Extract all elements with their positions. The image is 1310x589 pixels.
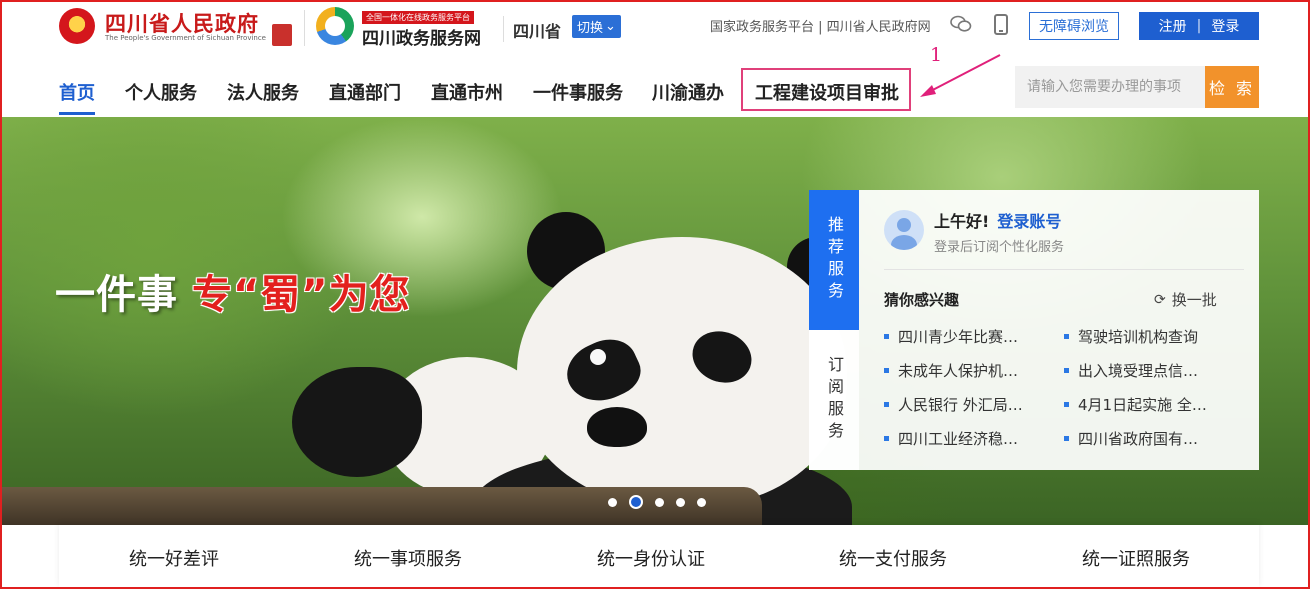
carousel-dot[interactable] bbox=[676, 497, 685, 507]
annotation-arrow-icon bbox=[920, 54, 1001, 97]
unified-payment[interactable]: 统一支付服务 bbox=[839, 545, 947, 571]
bullet bbox=[884, 402, 889, 407]
slogan-red: 专“蜀”为您 bbox=[192, 272, 411, 318]
top-header: 四川省人民政府 The People's Government of Sichu… bbox=[0, 0, 1310, 56]
top-links[interactable]: 国家政务服务平台 | 四川省人民政府网 bbox=[710, 16, 931, 35]
login-hint: 登录后订阅个性化服务 bbox=[934, 240, 1065, 255]
nav-chuanyu[interactable]: 川渝通办 bbox=[652, 79, 724, 105]
nav-home[interactable]: 首页 bbox=[59, 79, 95, 105]
recommendation-item[interactable]: 四川工业经济稳… bbox=[884, 428, 1018, 449]
greeting: 上午好! 登录账号 bbox=[934, 208, 1061, 232]
slogan-white: 一件事 bbox=[55, 272, 178, 318]
panda-paw bbox=[292, 367, 422, 477]
register-button[interactable]: 注册 bbox=[1159, 16, 1187, 36]
panel-divider bbox=[884, 269, 1244, 270]
bullet bbox=[884, 334, 889, 339]
panel-tabs: 推荐服务 订阅服务 bbox=[809, 190, 859, 470]
recommendation-label: 4月1日起实施 全… bbox=[1078, 396, 1207, 414]
recommendation-item[interactable]: 4月1日起实施 全… bbox=[1064, 394, 1207, 415]
platform-tag: 全国一体化在线政务服务平台 bbox=[362, 11, 474, 24]
chevron-down-icon: ⌄ bbox=[605, 19, 616, 34]
unified-license[interactable]: 统一证照服务 bbox=[1082, 545, 1190, 571]
refresh-button[interactable]: ⟳ 换一批 bbox=[1154, 289, 1217, 310]
header-divider bbox=[304, 10, 305, 46]
nav-active-indicator bbox=[59, 112, 95, 115]
platform-name[interactable]: 四川政务服务网 bbox=[362, 24, 481, 49]
carousel-dot[interactable] bbox=[608, 497, 617, 507]
greeting-text: 上午好! bbox=[934, 212, 990, 231]
user-avatar-icon[interactable] bbox=[884, 210, 924, 250]
panda-eye bbox=[590, 349, 606, 365]
switch-label: 切换 bbox=[577, 21, 604, 36]
auth-buttons: 注册 | 登录 bbox=[1139, 12, 1259, 40]
unified-identity[interactable]: 统一身份认证 bbox=[597, 545, 705, 571]
login-account-link[interactable]: 登录账号 bbox=[997, 212, 1061, 231]
bullet bbox=[1064, 334, 1069, 339]
nav-corporate-services[interactable]: 法人服务 bbox=[227, 79, 299, 105]
gov-name-en: The People's Government of Sichuan Provi… bbox=[105, 34, 266, 42]
bullet bbox=[1064, 368, 1069, 373]
region-switch-button[interactable]: 切换 ⌄ bbox=[572, 15, 621, 38]
carousel-dot[interactable] bbox=[697, 497, 706, 507]
service-panel: 推荐服务 订阅服务 上午好! 登录账号 登录后订阅个性化服务 猜你感兴趣 ⟳ 换一… bbox=[809, 190, 1259, 470]
search-input[interactable] bbox=[1015, 66, 1205, 108]
bullet bbox=[1064, 436, 1069, 441]
interest-title: 猜你感兴趣 bbox=[884, 291, 960, 309]
unified-item-service[interactable]: 统一事项服务 bbox=[354, 545, 462, 571]
carousel-dots bbox=[608, 495, 706, 509]
recommendation-label: 未成年人保护机… bbox=[898, 362, 1019, 380]
bullet bbox=[884, 368, 889, 373]
nav-personal-services[interactable]: 个人服务 bbox=[125, 79, 197, 105]
accessibility-button[interactable]: 无障碍浏览 bbox=[1029, 12, 1119, 40]
login-button[interactable]: 登录 bbox=[1211, 16, 1239, 36]
banner-slogan: 一件事 专“蜀”为您 bbox=[55, 262, 411, 320]
refresh-icon: ⟳ bbox=[1154, 291, 1166, 308]
recommendation-item[interactable]: 人民银行 外汇局… bbox=[884, 394, 1023, 415]
panda-nose bbox=[587, 407, 647, 447]
recommendation-label: 四川青少年比赛… bbox=[898, 328, 1019, 346]
recommendation-item[interactable]: 四川青少年比赛… bbox=[884, 326, 1018, 347]
recommendation-item[interactable]: 未成年人保护机… bbox=[884, 360, 1018, 381]
nav-cities[interactable]: 直通市州 bbox=[431, 79, 503, 105]
recommendation-label: 四川省政府国有… bbox=[1078, 430, 1199, 448]
recommendation-label: 四川工业经济稳… bbox=[898, 430, 1019, 448]
carousel-dot[interactable] bbox=[655, 497, 664, 507]
sichuan-service-logo-icon[interactable] bbox=[316, 7, 354, 45]
seal-icon bbox=[272, 24, 292, 46]
carousel-dot-active[interactable] bbox=[629, 495, 643, 509]
mobile-app-icon[interactable] bbox=[994, 14, 1008, 35]
national-emblem-icon bbox=[59, 8, 95, 44]
unified-review[interactable]: 统一好差评 bbox=[129, 545, 219, 571]
bullet bbox=[884, 436, 889, 441]
recommendation-item[interactable]: 驾驶培训机构查询 bbox=[1064, 326, 1198, 347]
refresh-label: 换一批 bbox=[1171, 291, 1217, 309]
recommendation-item[interactable]: 出入境受理点信… bbox=[1064, 360, 1198, 381]
tab-recommended-services[interactable]: 推荐服务 bbox=[809, 190, 859, 330]
recommendation-label: 驾驶培训机构查询 bbox=[1078, 328, 1199, 346]
header-divider bbox=[503, 16, 504, 42]
bullet bbox=[1064, 402, 1069, 407]
recommendation-label: 出入境受理点信… bbox=[1078, 362, 1199, 380]
wechat-icon[interactable] bbox=[950, 15, 972, 33]
unified-services-bar: 统一好差评 统一事项服务 统一身份认证 统一支付服务 统一证照服务 bbox=[59, 525, 1259, 587]
recommendation-item[interactable]: 四川省政府国有… bbox=[1064, 428, 1198, 449]
nav-one-thing-service[interactable]: 一件事服务 bbox=[533, 79, 623, 105]
annotation-highlight-box bbox=[741, 68, 911, 111]
tab-subscribed-services[interactable]: 订阅服务 bbox=[809, 330, 859, 470]
recommendation-label: 人民银行 外汇局… bbox=[898, 396, 1023, 414]
search-button[interactable]: 检 索 bbox=[1205, 66, 1259, 108]
nav-departments[interactable]: 直通部门 bbox=[329, 79, 401, 105]
current-region: 四川省 bbox=[513, 22, 562, 41]
auth-separator: | bbox=[1196, 18, 1202, 34]
